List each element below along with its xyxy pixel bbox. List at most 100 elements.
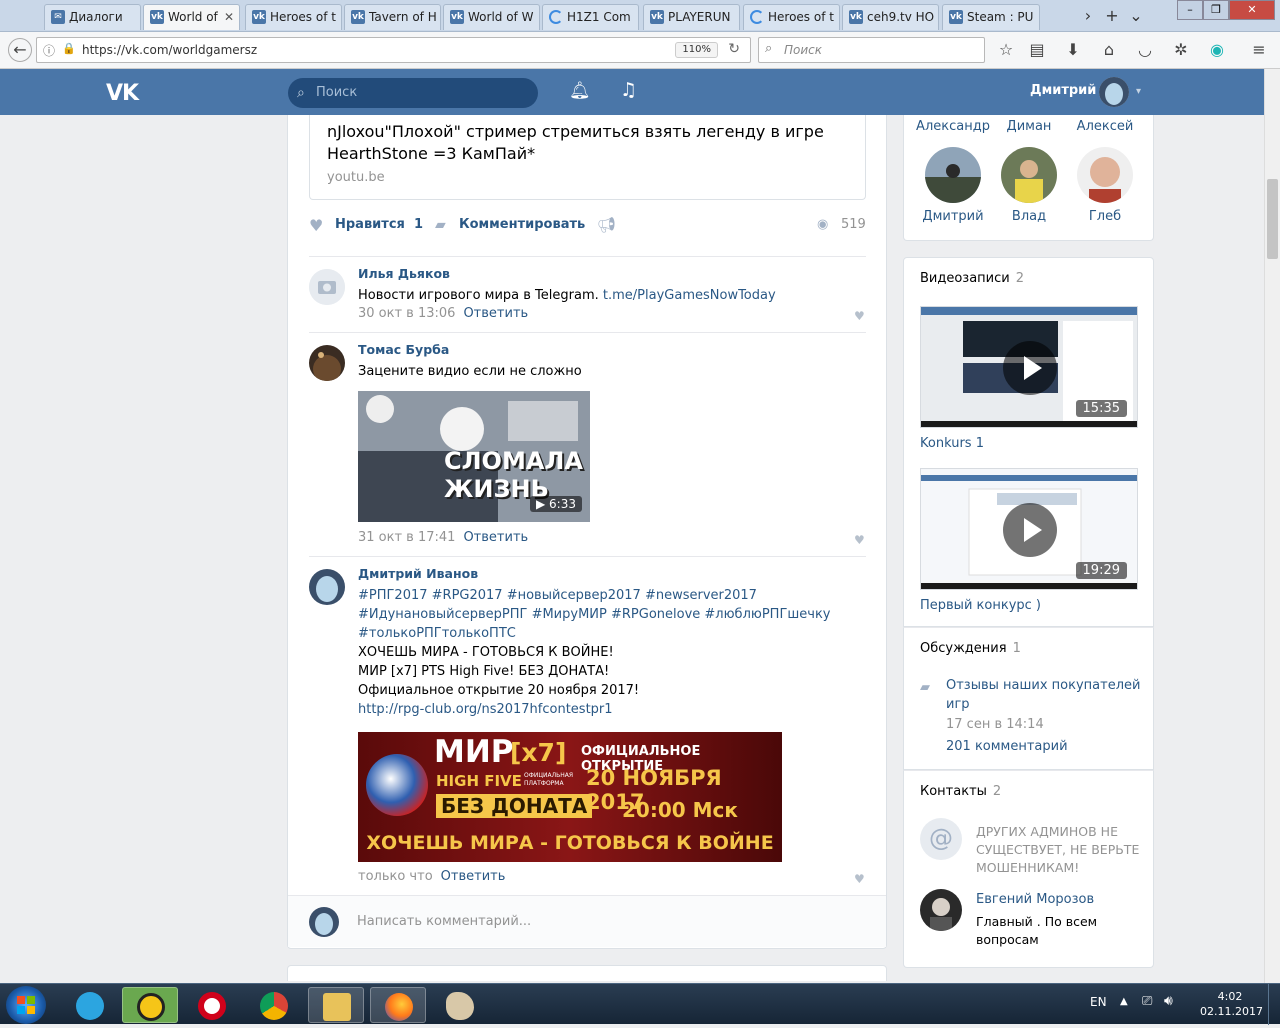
video-thumbnail[interactable]: 15:35 — [920, 306, 1138, 428]
tab-tavern[interactable]: vk Tavern of H — [344, 4, 441, 30]
tab-heroes-2[interactable]: Heroes of t — [743, 4, 840, 30]
scrollbar-thumb[interactable] — [1267, 179, 1278, 259]
network-icon[interactable]: ⎚ — [1142, 994, 1152, 1009]
heart-icon[interactable]: ♥ — [854, 534, 866, 546]
reading-list-icon[interactable]: ▤ — [1026, 39, 1048, 61]
discussion-comments[interactable]: 201 комментарий — [946, 739, 1068, 754]
banner-image[interactable]: МИР [x7] HIGH FIVE ОФИЦИАЛЬНАЯ ПЛАТФОРМА… — [358, 732, 782, 862]
comment-author[interactable]: Дмитрий Иванов — [358, 566, 478, 581]
avatar[interactable] — [1099, 77, 1129, 107]
tab-dialogs[interactable]: ✉ Диалоги — [44, 4, 141, 30]
start-button[interactable] — [6, 986, 46, 1024]
taskbar-chrome[interactable] — [246, 987, 302, 1023]
tab-world-of-w[interactable]: vk World of W — [443, 4, 540, 30]
reload-icon[interactable]: ↻ — [728, 41, 740, 57]
taskbar-opera[interactable] — [184, 987, 240, 1023]
clock[interactable]: 4:02 02.11.2017 — [1200, 989, 1263, 1019]
member-item[interactable]: Глеб — [1067, 147, 1143, 224]
video-thumbnail[interactable]: 19:29 — [920, 468, 1138, 590]
like-button[interactable]: Нравится 1 — [335, 217, 423, 232]
comment-author[interactable]: Илья Дьяков — [358, 266, 450, 281]
tab-scroll-right-icon[interactable]: › — [1076, 4, 1100, 28]
video-title[interactable]: Первый конкурс ) — [920, 598, 1041, 613]
tray-expand-icon[interactable]: ▲ — [1120, 996, 1128, 1007]
minimize-button[interactable]: – — [1177, 0, 1203, 20]
download-icon[interactable]: ⬇ — [1062, 39, 1084, 61]
taskbar-telegram[interactable] — [62, 987, 118, 1023]
comment-button[interactable]: Комментировать — [459, 217, 585, 232]
chevron-down-icon[interactable]: ▾ — [1136, 86, 1141, 97]
browser-search-input[interactable]: ⌕ Поиск — [758, 37, 985, 63]
zoom-badge[interactable]: 110% — [675, 42, 718, 58]
reply-link[interactable]: Ответить — [441, 869, 506, 884]
reply-link[interactable]: Ответить — [463, 530, 528, 545]
play-icon[interactable] — [1003, 341, 1057, 395]
hashtag-line[interactable]: #толькоРПГтолькоПТС — [358, 624, 858, 643]
avatar[interactable] — [309, 569, 345, 605]
member-item[interactable]: Влад — [991, 147, 1067, 224]
heart-icon[interactable]: ♥ — [854, 873, 866, 885]
play-icon[interactable] — [1003, 503, 1057, 557]
video-attachment[interactable]: СЛОМАЛА ЖИЗНЬ ▶ 6:33 — [358, 391, 590, 522]
home-icon[interactable]: ⌂ — [1098, 39, 1120, 61]
maximize-button[interactable]: ❐ — [1203, 0, 1229, 20]
url-text[interactable]: https://vk.com/worldgamersz — [82, 43, 257, 57]
hashtag-line[interactable]: #РПГ2017 #RPG2017 #новыйсервер2017 #news… — [358, 586, 858, 605]
member-item[interactable]: Дмитрий — [915, 147, 991, 224]
tab-list-chevron-down-icon[interactable]: ⌄ — [1124, 4, 1148, 28]
music-note-icon[interactable]: ♫ — [620, 79, 637, 101]
taskbar-paint[interactable] — [432, 987, 488, 1023]
vpn-icon[interactable]: ◉ — [1206, 39, 1228, 61]
taskbar-game-app[interactable] — [122, 987, 178, 1023]
taskbar-explorer[interactable] — [308, 987, 364, 1023]
window-close-button[interactable]: ✕ — [1229, 0, 1275, 20]
comment-link[interactable]: http://rpg-club.org/ns2017hfcontestpr1 — [358, 700, 858, 719]
language-indicator[interactable]: EN — [1090, 995, 1107, 1009]
comment-link[interactable]: t.me/PlayGamesNowToday — [603, 288, 776, 303]
pocket-icon[interactable]: ◡ — [1134, 39, 1156, 61]
videos-header[interactable]: Видеозаписи 2 — [920, 271, 1024, 286]
tab-heroes[interactable]: vk Heroes of t — [245, 4, 342, 30]
volume-icon[interactable]: 🔊︎ — [1164, 993, 1173, 1009]
share-megaphone-icon[interactable]: 📢︎ — [597, 216, 616, 234]
discussions-header[interactable]: Обсуждения 1 — [920, 641, 1021, 656]
tab-ceh9[interactable]: vk ceh9.tv HO — [842, 4, 939, 30]
link-title[interactable]: nJloxou"Плохой" стример стремиться взять… — [327, 121, 847, 165]
menu-hamburger-icon[interactable]: ≡ — [1248, 39, 1270, 61]
heart-icon[interactable]: ♥ — [854, 310, 866, 322]
video-title[interactable]: Konkurs 1 — [920, 436, 984, 451]
avatar[interactable] — [309, 345, 345, 381]
contacts-header[interactable]: Контакты 2 — [920, 784, 1001, 799]
link-preview-card[interactable]: nJloxou"Плохой" стример стремиться взять… — [309, 115, 866, 200]
avatar[interactable] — [920, 889, 962, 931]
member-name[interactable]: Александр — [915, 119, 991, 134]
comment-author[interactable]: Томас Бурба — [358, 342, 449, 357]
bell-icon[interactable]: 🔔︎ — [569, 81, 591, 101]
new-tab-plus-icon[interactable]: + — [1100, 4, 1124, 28]
tab-steam[interactable]: vk Steam : PU — [942, 4, 1040, 30]
bookmark-star-icon[interactable]: ☆ — [995, 39, 1017, 61]
tab-world-of-active[interactable]: vk World of ✕ — [143, 4, 240, 30]
vk-user-name[interactable]: Дмитрий — [1030, 83, 1096, 98]
vk-logo[interactable]: VK — [106, 81, 139, 106]
comment-input[interactable]: Написать комментарий... — [357, 914, 531, 929]
avatar[interactable] — [309, 269, 345, 305]
discussion-topic[interactable]: Отзывы наших покупателей игр — [946, 676, 1146, 714]
member-name[interactable]: Диман — [991, 119, 1067, 134]
show-desktop-button[interactable] — [1268, 984, 1280, 1025]
vk-search-input[interactable]: ⌕ Поиск — [288, 78, 538, 108]
info-icon[interactable]: ⓘ — [43, 42, 55, 59]
url-bar[interactable]: ⓘ 🔒 https://vk.com/worldgamersz 110% ↻ — [36, 37, 751, 63]
close-icon[interactable]: ✕ — [224, 5, 234, 29]
heart-icon[interactable]: ♥ — [309, 216, 323, 235]
extension-icon[interactable]: ✲ — [1170, 39, 1192, 61]
reply-link[interactable]: Ответить — [463, 306, 528, 321]
contact-name[interactable]: Евгений Морозов — [976, 892, 1094, 907]
tab-h1z1[interactable]: H1Z1 Com — [542, 4, 639, 30]
back-arrow-icon[interactable]: ← — [8, 38, 32, 62]
taskbar-firefox[interactable] — [370, 987, 426, 1023]
hashtag-line[interactable]: #ИдунановыйсерверРПГ #МируМИР #RPGonelov… — [358, 605, 858, 624]
page-scrollbar[interactable] — [1264, 69, 1280, 983]
member-name[interactable]: Алексей — [1067, 119, 1143, 134]
tab-playerun[interactable]: vk PLAYERUN — [643, 4, 740, 30]
